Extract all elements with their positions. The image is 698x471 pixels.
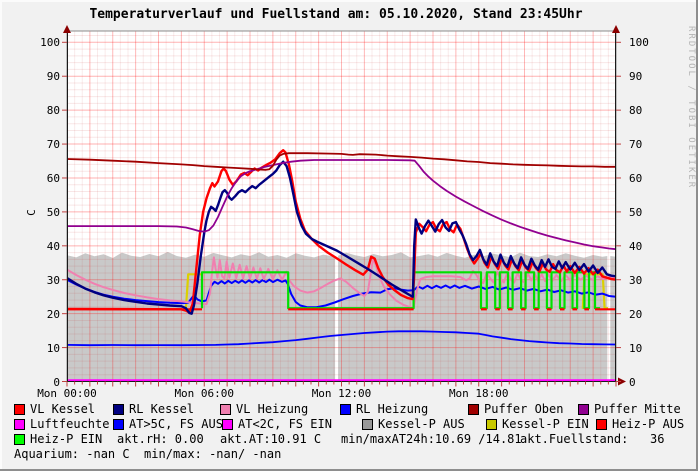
y-axis-tick-label: 60 bbox=[629, 173, 673, 184]
y-axis-arrow-left bbox=[63, 25, 71, 33]
legend-label: Heiz-P AUS bbox=[612, 418, 684, 431]
legend-swatch bbox=[578, 404, 589, 415]
y-axis-tick-label: 50 bbox=[629, 207, 673, 218]
legend-label: min/maxAT24h:10.69 /14.81 bbox=[341, 433, 522, 446]
y-axis-arrow-right bbox=[612, 25, 620, 33]
legend-swatch bbox=[14, 434, 25, 445]
x-axis-tick-label: Mon 12:00 bbox=[297, 388, 387, 399]
plot-canvas bbox=[0, 0, 698, 471]
x-axis-tick-label: Mon 06:00 bbox=[159, 388, 249, 399]
x-axis-tick-label: Mon 18:00 bbox=[434, 388, 524, 399]
legend-label: Aquarium: -nan C min/max: -nan/ -nan bbox=[14, 448, 281, 461]
legend-label: akt.AT:10.91 C bbox=[220, 433, 321, 446]
watermark: RRDTOOL / TOBI OETIKER bbox=[686, 26, 696, 189]
y-axis-tick-label: 70 bbox=[4, 139, 60, 150]
legend-row: Aquarium: -nan C min/max: -nan/ -nan bbox=[0, 448, 698, 462]
legend-label: akt.Fuellstand: 36 bbox=[520, 433, 665, 446]
y-axis-tick-label: 30 bbox=[4, 275, 60, 286]
legend-row: Luftfeuchte AT>5C, FS AUS AT<2C, FS EIN Kes… bbox=[0, 418, 698, 432]
legend-label: Kessel-P EIN bbox=[502, 418, 589, 431]
y-axis-tick-label: 20 bbox=[4, 309, 60, 320]
y-axis-tick-label: 60 bbox=[4, 173, 60, 184]
legend-label: VL Heizung bbox=[236, 403, 308, 416]
y-axis-tick-label: 50 bbox=[4, 207, 60, 218]
legend-swatch bbox=[14, 419, 25, 430]
series-kessel-p-aus-area bbox=[67, 252, 335, 382]
y-axis-tick-label: 20 bbox=[629, 309, 673, 320]
legend-row: Heiz-P EIN akt.rH: 0.00 akt.AT:10.91 C min/… bbox=[0, 433, 698, 447]
legend-label: Heiz-P EIN bbox=[30, 433, 102, 446]
legend-label: RL Kessel bbox=[129, 403, 194, 416]
rrdtool-graph: Temperaturverlauf und Fuellstand am: 05.… bbox=[0, 0, 698, 471]
legend-label: Kessel-P AUS bbox=[378, 418, 465, 431]
legend-label: AT>5C, FS AUS bbox=[129, 418, 223, 431]
y-axis-tick-label: 10 bbox=[629, 343, 673, 354]
y-axis-tick-label: 40 bbox=[4, 241, 60, 252]
legend-swatch bbox=[596, 419, 607, 430]
legend-swatch bbox=[220, 404, 231, 415]
legend-label: akt.rH: 0.00 bbox=[117, 433, 204, 446]
y-axis-tick-label: 30 bbox=[629, 275, 673, 286]
legend-swatch bbox=[340, 404, 351, 415]
y-axis-tick-label: 100 bbox=[4, 37, 60, 48]
legend-label: AT<2C, FS EIN bbox=[238, 418, 332, 431]
y-axis-tick-label: 100 bbox=[629, 37, 673, 48]
legend-swatch bbox=[468, 404, 479, 415]
legend-swatch bbox=[486, 419, 497, 430]
y-axis-tick-label: 70 bbox=[629, 139, 673, 150]
y-axis-tick-label: 40 bbox=[629, 241, 673, 252]
x-axis-tick-label: Mon 00:00 bbox=[22, 388, 112, 399]
legend-label: Puffer Mitte bbox=[594, 403, 681, 416]
y-axis-tick-label: 80 bbox=[629, 105, 673, 116]
legend-swatch bbox=[222, 419, 233, 430]
y-axis-tick-label: 90 bbox=[4, 71, 60, 82]
legend-row: VL Kessel RL Kessel VL Heizung RL Heizung Pu… bbox=[0, 403, 698, 417]
legend-label: Luftfeuchte bbox=[30, 418, 109, 431]
legend-swatch bbox=[113, 419, 124, 430]
legend-swatch bbox=[113, 404, 124, 415]
y-axis-tick-label: 80 bbox=[4, 105, 60, 116]
y-axis-tick-label: 0 bbox=[629, 377, 673, 388]
y-axis-tick-label: 90 bbox=[629, 71, 673, 82]
legend-swatch bbox=[14, 404, 25, 415]
y-axis-tick-label: 0 bbox=[4, 377, 60, 388]
y-axis-tick-label: 10 bbox=[4, 343, 60, 354]
legend-swatch bbox=[362, 419, 373, 430]
legend-label: Puffer Oben bbox=[484, 403, 563, 416]
legend-label: VL Kessel bbox=[30, 403, 95, 416]
legend-label: RL Heizung bbox=[356, 403, 428, 416]
